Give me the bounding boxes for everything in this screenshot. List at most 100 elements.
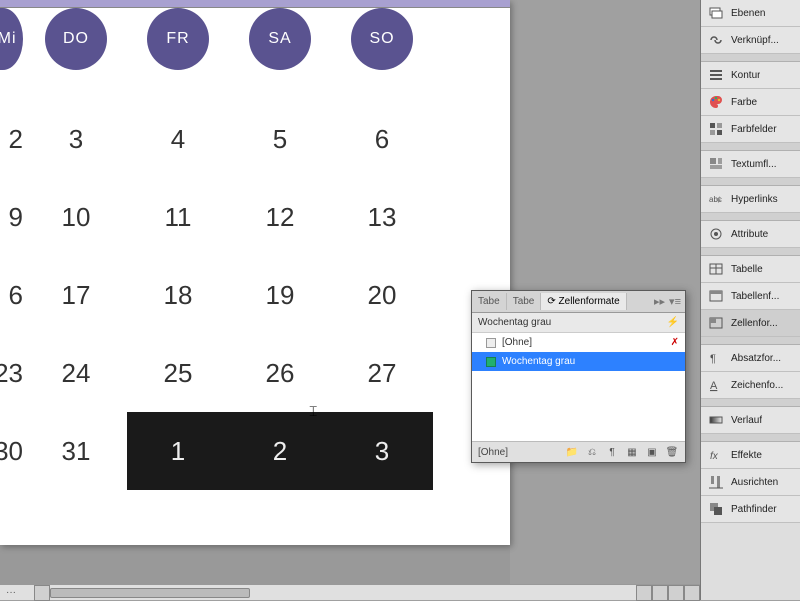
- style-list-empty: [472, 371, 685, 441]
- align-icon: [707, 474, 725, 490]
- cell-formats-panel[interactable]: Tabe Tabe ⟳ Zellenformate ▸▸ ▾≡ Wochenta…: [471, 290, 686, 463]
- clear-overrides-icon[interactable]: ¶: [605, 445, 619, 459]
- dock-separator: [701, 178, 800, 186]
- dock-pathfinder[interactable]: Pathfinder: [701, 496, 800, 523]
- date-cell[interactable]: 11: [127, 178, 229, 256]
- scroll-right-icon[interactable]: [684, 585, 700, 601]
- scroll-left-icon[interactable]: [34, 585, 50, 601]
- scroll-right-icon[interactable]: [636, 585, 652, 601]
- text-wrap-icon: [707, 156, 725, 172]
- date-cell[interactable]: 19: [229, 256, 331, 334]
- style-label: [Ohne]: [502, 337, 532, 348]
- svg-text:A: A: [710, 380, 718, 392]
- date-cell[interactable]: 6: [331, 100, 433, 178]
- new-style-icon[interactable]: ▣: [645, 445, 659, 459]
- date-cell[interactable]: 25: [127, 334, 229, 412]
- style-item-wochentag-grau[interactable]: Wochentag grau: [472, 352, 685, 371]
- date-cell[interactable]: 3: [331, 412, 433, 490]
- dock-ausrichten[interactable]: Ausrichten: [701, 469, 800, 496]
- dock-attribute[interactable]: Attribute: [701, 221, 800, 248]
- footer-style-label[interactable]: [Ohne]: [478, 447, 528, 458]
- paragraph-styles-icon: ¶: [707, 350, 725, 366]
- date-cell[interactable]: 30: [0, 412, 25, 490]
- date-cell[interactable]: 2: [229, 412, 331, 490]
- date-cell[interactable]: 10: [25, 178, 127, 256]
- weekday-cell[interactable]: SA: [229, 8, 331, 70]
- date-cell[interactable]: 9: [0, 178, 25, 256]
- dock-effekte[interactable]: fxEffekte: [701, 442, 800, 469]
- dock-verlauf[interactable]: Verlauf: [701, 407, 800, 434]
- dock-separator: [701, 54, 800, 62]
- weekday-cell[interactable]: DO: [25, 8, 127, 70]
- date-cell[interactable]: 13: [331, 178, 433, 256]
- dock-label: Ausrichten: [731, 477, 778, 488]
- tab-zellenformate[interactable]: ⟳ Zellenformate: [541, 293, 626, 310]
- calendar-page: Mi DO FR SA SO 2 3 4 5 6 9 10 11 12 13 6: [0, 0, 510, 545]
- date-cell[interactable]: 6: [0, 256, 25, 334]
- date-cell[interactable]: 2: [0, 100, 25, 178]
- dock-label: Zeichenfo...: [731, 380, 783, 391]
- trash-icon[interactable]: 🗑: [665, 445, 679, 459]
- style-list: [Ohne] ✗ Wochentag grau: [472, 333, 685, 371]
- dock-zeichenformate[interactable]: A Zeichenfo...: [701, 372, 800, 399]
- date-cell[interactable]: 31: [25, 412, 127, 490]
- lightning-icon[interactable]: ⚡: [667, 317, 679, 328]
- date-cell[interactable]: 3: [25, 100, 127, 178]
- date-cell[interactable]: 1: [127, 412, 229, 490]
- panel-tabs: Tabe Tabe ⟳ Zellenformate ▸▸ ▾≡: [472, 291, 685, 313]
- current-style-label: Wochentag grau: [478, 317, 551, 328]
- date-cell[interactable]: 27: [331, 334, 433, 412]
- dock-kontur[interactable]: Kontur: [701, 62, 800, 89]
- clear-icon[interactable]: ✗: [671, 337, 679, 348]
- date-cell[interactable]: 20: [331, 256, 433, 334]
- dock-label: Tabelle: [731, 264, 763, 275]
- dock-textumfluss[interactable]: Textumfl...: [701, 151, 800, 178]
- tab-tabellenformate[interactable]: Tabe: [507, 293, 542, 310]
- date-cell[interactable]: 4: [127, 100, 229, 178]
- redefine-icon[interactable]: ⎌: [585, 445, 599, 459]
- weekday-cell[interactable]: Mi: [0, 8, 25, 70]
- dock-label: Tabellenf...: [731, 291, 779, 302]
- dock-separator: [701, 434, 800, 442]
- scroll-right-icon[interactable]: [652, 585, 668, 601]
- date-cell[interactable]: 23: [0, 334, 25, 412]
- style-item-none[interactable]: [Ohne] ✗: [472, 333, 685, 352]
- svg-text:¶: ¶: [710, 353, 716, 365]
- cell-styles-icon: [707, 315, 725, 331]
- weekday-cell[interactable]: FR: [127, 8, 229, 70]
- dock-label: Hyperlinks: [731, 194, 778, 205]
- dock-farbfelder[interactable]: Farbfelder: [701, 116, 800, 143]
- date-cell[interactable]: 17: [25, 256, 127, 334]
- weekday-cell[interactable]: SO: [331, 8, 433, 70]
- scroll-thumb[interactable]: [50, 588, 250, 598]
- dock-tabelle[interactable]: Tabelle: [701, 256, 800, 283]
- folder-icon[interactable]: 📁: [565, 445, 579, 459]
- dock-zellenformate[interactable]: Zellenfor...: [701, 310, 800, 337]
- tab-tabelle[interactable]: Tabe: [472, 293, 507, 310]
- date-cell[interactable]: 18: [127, 256, 229, 334]
- calendar-row: 9 10 11 12 13: [0, 178, 510, 256]
- dock-separator: [701, 143, 800, 151]
- date-cell[interactable]: 5: [229, 100, 331, 178]
- date-cell[interactable]: 12: [229, 178, 331, 256]
- weekday-header-row: Mi DO FR SA SO: [0, 8, 510, 70]
- calendar-grid: 2 3 4 5 6 9 10 11 12 13 6 17 18 19 20: [0, 100, 510, 490]
- dock-tabellenformate[interactable]: Tabellenf...: [701, 283, 800, 310]
- date-cell[interactable]: 24: [25, 334, 127, 412]
- dock-verknuepfungen[interactable]: Verknüpf...: [701, 27, 800, 54]
- dock-hyperlinks[interactable]: abcHyperlinks: [701, 186, 800, 213]
- calendar-row: 6 17 18 19 20: [0, 256, 510, 334]
- stroke-icon: [707, 67, 725, 83]
- scroll-right-icon[interactable]: [668, 585, 684, 601]
- date-cell[interactable]: 26: [229, 334, 331, 412]
- dock-absatzformate[interactable]: ¶Absatzfor...: [701, 345, 800, 372]
- horizontal-scrollbar[interactable]: ···: [0, 584, 700, 600]
- menu-icon[interactable]: ▾≡: [669, 295, 681, 308]
- weekday-circle: SO: [351, 8, 413, 70]
- collapse-icon[interactable]: ▸▸: [654, 295, 665, 308]
- gradient-icon: [707, 412, 725, 428]
- dock-farbe[interactable]: Farbe: [701, 89, 800, 116]
- table-styles-icon: [707, 288, 725, 304]
- apply-icon[interactable]: ▦: [625, 445, 639, 459]
- dock-ebenen[interactable]: Ebenen: [701, 0, 800, 27]
